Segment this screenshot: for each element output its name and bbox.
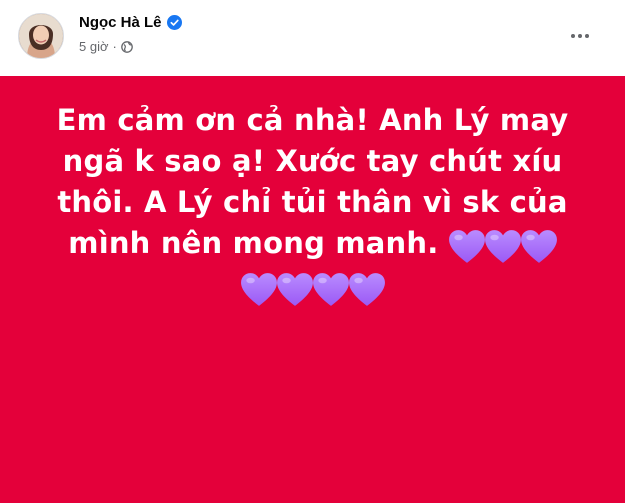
hearts-group — [448, 225, 558, 266]
post-header: Ngọc Hà Lê 5 giờ · — [0, 0, 625, 76]
verified-badge-icon — [166, 15, 182, 30]
purple-heart-icon — [276, 272, 314, 308]
globe-icon[interactable] — [120, 40, 133, 53]
post-text-line: mình nên mong manh. — [68, 226, 439, 260]
facebook-post: Ngọc Hà Lê 5 giờ · Em cảm ơn cả nhà! Anh… — [0, 0, 625, 503]
purple-heart-icon — [520, 229, 558, 265]
more-options-button[interactable] — [562, 18, 598, 54]
post-text-line: thôi. A Lý chỉ tủi thân vì sk của — [57, 185, 568, 219]
purple-heart-icon — [312, 272, 350, 308]
purple-heart-icon — [448, 229, 486, 265]
purple-heart-icon — [348, 272, 386, 308]
purple-heart-icon — [240, 272, 278, 308]
purple-heart-icon — [484, 229, 522, 265]
author-avatar[interactable] — [18, 13, 64, 59]
meta-separator: · — [112, 39, 117, 54]
post-text-line-with-hearts: mình nên mong manh. — [30, 223, 595, 266]
author-line: Ngọc Hà Lê — [79, 14, 182, 31]
post-text-line: Em cảm ơn cả nhà! Anh Lý may — [56, 103, 569, 137]
post-text: Em cảm ơn cả nhà! Anh Lý may ngã k sao ạ… — [30, 100, 595, 309]
post-meta: 5 giờ · — [79, 39, 133, 54]
post-text-line: ngã k sao ạ! Xước tay chút xíu — [62, 144, 563, 178]
more-horizontal-icon — [571, 34, 589, 38]
post-timestamp[interactable]: 5 giờ — [79, 39, 109, 54]
author-name[interactable]: Ngọc Hà Lê — [79, 14, 162, 31]
avatar-image — [19, 14, 63, 58]
hearts-group — [30, 268, 595, 309]
